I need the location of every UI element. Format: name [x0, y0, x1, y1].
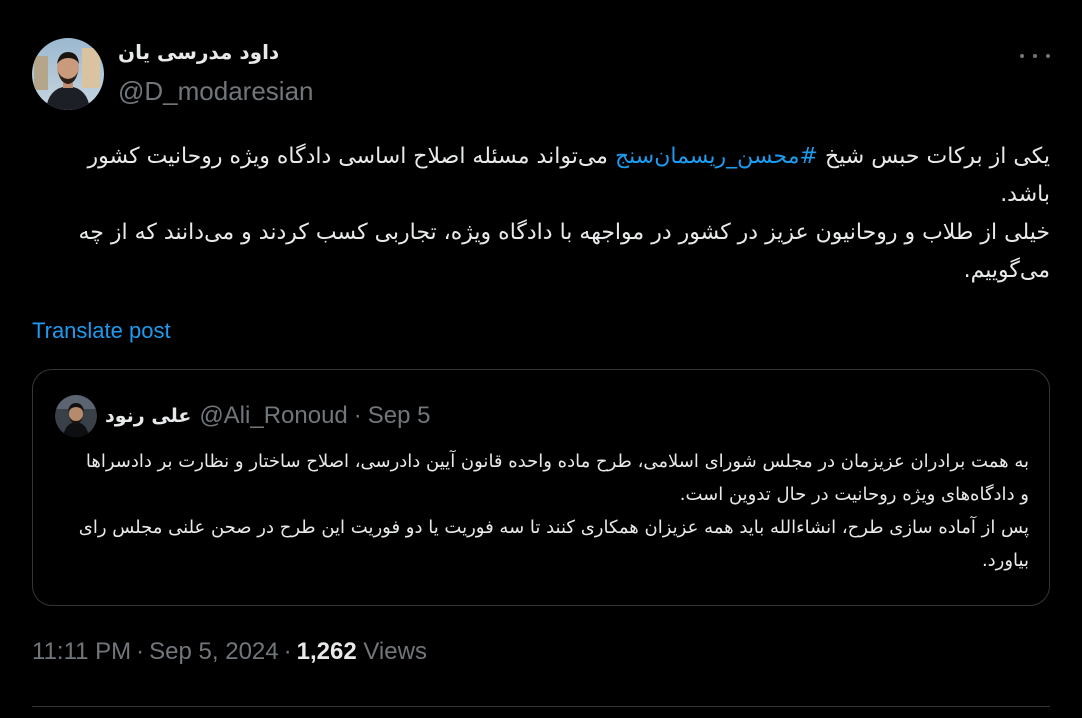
divider [32, 706, 1050, 707]
tweet-paragraph: خیلی از طلاب و روحانیون عزیز در کشور در … [78, 220, 1050, 283]
quoted-paragraph: به همت برادران عزیزمان در مجلس شورای اسل… [85, 451, 1029, 505]
separator-dot: · [136, 638, 145, 665]
quoted-author-name[interactable]: علی رنود [105, 405, 191, 427]
quoted-tweet-header: علی رنود @Ali_Ronoud · Sep 5 [55, 395, 431, 437]
hashtag-link[interactable]: #محسن_ریسمان‌سنج [615, 144, 818, 169]
tweet-time[interactable]: 11:11 PM [32, 638, 131, 665]
quoted-tweet-date[interactable]: Sep 5 [368, 402, 431, 430]
ellipsis-icon[interactable] [1020, 44, 1050, 68]
author-avatar[interactable] [32, 38, 104, 110]
quoted-paragraph: پس از آماده سازی طرح، انشاءالله باید همه… [78, 517, 1029, 571]
quoted-tweet-text: به همت برادران عزیزمان در مجلس شورای اسل… [77, 445, 1029, 577]
tweet-text-before-hashtag: یکی از برکات حبس شیخ [817, 144, 1050, 169]
tweet-text: یکی از برکات حبس شیخ #محسن_ریسمان‌سنج می… [40, 138, 1050, 290]
tweet-date[interactable]: Sep 5, 2024 [149, 638, 278, 665]
translate-post-link[interactable]: Translate post [32, 318, 171, 344]
dot [1020, 54, 1024, 58]
tweet-detail: داود مدرسی یان @D_modaresian یکی از برکا… [0, 0, 1082, 718]
dot [1033, 54, 1037, 58]
tweet-meta: 11:11 PM · Sep 5, 2024 · 1,262 Views [32, 638, 427, 666]
quoted-tweet[interactable]: علی رنود @Ali_Ronoud · Sep 5 به همت براد… [32, 369, 1050, 606]
separator-dot: · [283, 638, 292, 665]
quoted-author-avatar[interactable] [55, 395, 97, 437]
author-display-name[interactable]: داود مدرسی یان [118, 40, 279, 64]
dot [1046, 54, 1050, 58]
author-handle[interactable]: @D_modaresian [118, 76, 313, 107]
views-count: 1,262 [296, 638, 357, 665]
views-label: Views [363, 638, 427, 665]
quoted-author-handle[interactable]: @Ali_Ronoud [199, 402, 347, 430]
tweet-paragraph: یکی از برکات حبس شیخ #محسن_ریسمان‌سنج می… [40, 138, 1051, 214]
separator-dot: · [353, 402, 362, 429]
